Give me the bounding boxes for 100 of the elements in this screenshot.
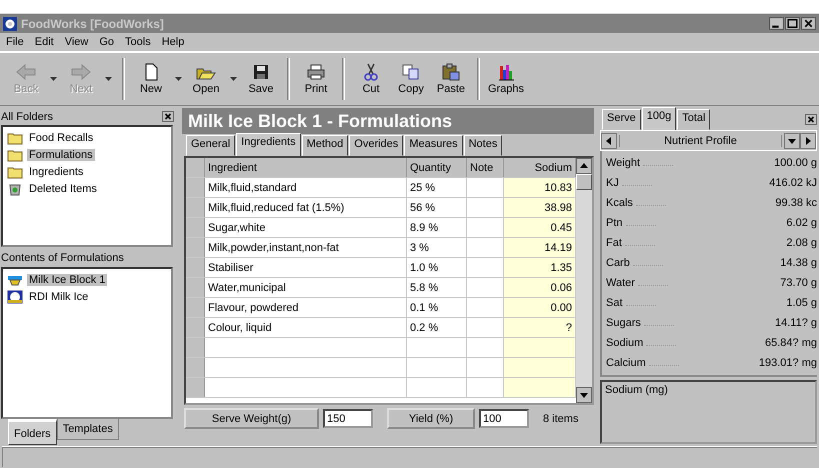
table-cell: Colour, liquid	[205, 318, 407, 337]
menu-item[interactable]: Go	[99, 36, 114, 48]
nutrient-label: Kcals	[606, 197, 633, 209]
serve-weight-field[interactable]: 150	[323, 409, 373, 428]
nutrient-tab[interactable]: Serve	[602, 109, 641, 130]
nutrient-tab[interactable]: 100g	[642, 107, 676, 130]
table-cell: 0.1 %	[407, 298, 467, 317]
table-cell: ?	[504, 318, 576, 337]
panel-tab[interactable]: Folders	[8, 419, 57, 445]
folder-item[interactable]: Food Recalls	[27, 132, 96, 144]
table-cell: 10.83	[504, 178, 576, 197]
document-title: Milk Ice Block 1 - Formulations	[182, 108, 594, 134]
close-icon[interactable]	[805, 114, 817, 124]
next-icon[interactable]	[800, 132, 816, 148]
menu-item[interactable]: Help	[162, 36, 184, 48]
table-cell: 1.0 %	[407, 258, 467, 277]
column-header[interactable]: Note	[467, 158, 504, 177]
serve-weight-button[interactable]: Serve Weight(g)	[184, 408, 319, 429]
toolbar-button[interactable]: Print	[296, 63, 336, 95]
table-cell: Flavour, powdered	[205, 298, 407, 317]
menu-item[interactable]: Tools	[125, 36, 151, 48]
close-icon[interactable]	[162, 111, 174, 122]
dropdown-arrow-icon[interactable]	[230, 77, 237, 81]
nutrient-value: 416.02 kJ	[769, 177, 817, 189]
panel-tab[interactable]: Templates	[56, 419, 119, 440]
scroll-thumb[interactable]	[576, 174, 592, 190]
column-header[interactable]: Ingredient	[205, 158, 407, 177]
nutrient-label: Water	[606, 277, 635, 289]
yield-field[interactable]: 100	[479, 409, 529, 428]
folder-icon	[7, 130, 23, 144]
nutrient-value: 14.11? g	[774, 317, 817, 329]
printer-icon	[305, 63, 327, 81]
formulation-item[interactable]: RDI Milk Ice	[27, 290, 90, 302]
plate-icon	[7, 290, 23, 304]
nutrient-label: Sat	[606, 297, 623, 309]
menu-item[interactable]: Edit	[34, 36, 54, 48]
document-tab[interactable]: Measures	[404, 135, 463, 156]
close-icon[interactable]	[801, 17, 816, 30]
nutrient-label: Fat	[606, 237, 622, 249]
nutrient-label: Weight	[606, 157, 640, 169]
scroll-down-icon[interactable]	[576, 387, 592, 403]
table-cell: 0.2 %	[407, 318, 467, 337]
table-cell: Milk,fluid,reduced fat (1.5%)	[205, 198, 407, 217]
nutrient-value: 73.70 g	[780, 277, 817, 289]
table-cell: 25 %	[407, 178, 467, 197]
formulation-item[interactable]: Milk Ice Block 1	[27, 274, 108, 286]
toolbar-button[interactable]: New	[131, 63, 171, 95]
toolbar-button[interactable]: Cut	[351, 63, 391, 95]
table-cell: 8.9 %	[407, 218, 467, 237]
table-cell: 1.35	[504, 258, 576, 277]
minimize-icon[interactable]	[769, 17, 784, 30]
table-cell: 5.8 %	[407, 278, 467, 297]
toolbar-button[interactable]: Copy	[391, 63, 431, 95]
menu-item[interactable]: View	[64, 36, 88, 48]
nutrient-value: 1.05 g	[786, 297, 817, 309]
maximize-icon[interactable]	[785, 17, 800, 30]
nutrient-tab[interactable]: Total	[677, 109, 710, 130]
nutrient-label: Ptn	[606, 217, 623, 229]
recycle-bin-icon	[7, 182, 23, 196]
nutrient-value: 14.38 g	[780, 257, 817, 269]
scrollbar[interactable]	[576, 158, 592, 403]
document-tab[interactable]: Overides	[349, 135, 404, 156]
window-title: FoodWorks [FoodWorks]	[21, 16, 164, 30]
panel-title: Contents of Formulations	[1, 252, 124, 264]
document-tab[interactable]: General	[186, 135, 236, 156]
toolbar-button[interactable]: Save	[241, 63, 281, 95]
nutrient-value: 193.01? mg	[758, 357, 817, 369]
left-arrow-icon	[15, 63, 37, 81]
document-tab[interactable]: Ingredients	[236, 133, 301, 156]
folder-item[interactable]: Deleted Items	[27, 182, 99, 194]
item-count: 8 items	[543, 412, 578, 424]
previous-icon[interactable]	[601, 132, 617, 148]
table-cell: Sugar,white	[205, 218, 407, 237]
nutrient-value: 99.38 kc	[775, 197, 817, 209]
document-tab[interactable]: Notes	[464, 135, 502, 156]
scroll-up-icon[interactable]	[576, 158, 592, 174]
column-header[interactable]: Quantity	[407, 158, 467, 177]
table-cell: Milk,fluid,standard	[205, 178, 407, 197]
folder-item[interactable]: Formulations	[27, 148, 95, 160]
dropdown-arrow-icon[interactable]	[175, 77, 182, 81]
table-cell: Stabiliser	[205, 258, 407, 277]
table-cell: 14.19	[504, 238, 576, 257]
folder-item[interactable]: Ingredients	[27, 166, 86, 178]
table-cell: Water,municipal	[205, 278, 407, 297]
app-icon	[3, 16, 17, 30]
table-cell: 3 %	[407, 238, 467, 257]
nutrient-value: 2.08 g	[786, 237, 817, 249]
clipboard-icon	[440, 63, 462, 81]
menu-item[interactable]: File	[6, 36, 24, 48]
folder-icon	[7, 148, 23, 162]
column-header[interactable]: Sodium	[504, 158, 576, 177]
toolbar-button[interactable]: Graphs	[486, 63, 526, 95]
nutrient-label: Carb	[606, 257, 630, 269]
toolbar-button[interactable]: Paste	[431, 63, 471, 95]
nutrient-value: 6.02 g	[786, 217, 817, 229]
toolbar-button[interactable]: Open	[186, 63, 226, 95]
nutrient-label: Sodium	[606, 337, 644, 349]
yield-button[interactable]: Yield (%)	[387, 408, 475, 429]
document-tab[interactable]: Method	[302, 135, 348, 156]
nutrient-label: KJ	[606, 177, 619, 189]
